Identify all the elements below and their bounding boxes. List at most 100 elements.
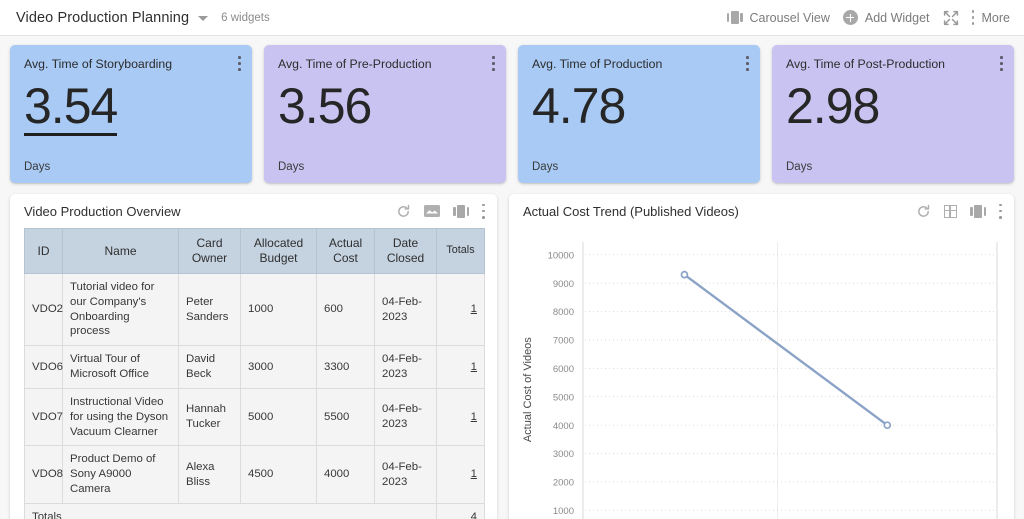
kpi-card-post-production[interactable]: Avg. Time of Post-Production 2.98 Days xyxy=(772,45,1014,183)
column-header-actual-cost[interactable]: Actual Cost xyxy=(316,228,375,274)
table-row[interactable]: VDO7 Instructional Video for using the D… xyxy=(24,387,485,447)
carousel-view-button[interactable]: Carousel View xyxy=(724,7,833,29)
svg-text:5000: 5000 xyxy=(553,392,574,403)
column-header-id[interactable]: ID xyxy=(24,228,63,274)
cell-actual: 3300 xyxy=(316,345,375,389)
svg-text:1000: 1000 xyxy=(553,506,574,517)
more-label: More xyxy=(981,10,1010,25)
table-row[interactable]: VDO8 Product Demo of Sony A9000 Camera A… xyxy=(24,445,485,504)
kpi-value: 3.54 xyxy=(24,77,118,136)
column-header-name[interactable]: Name xyxy=(62,228,179,274)
more-vertical-icon xyxy=(238,56,241,71)
cell-totals: 1 xyxy=(436,272,485,347)
refresh-button[interactable] xyxy=(396,204,411,219)
kpi-value: 2.98 xyxy=(786,77,880,134)
totals-link[interactable]: 4 xyxy=(471,511,477,519)
carousel-view-label: Carousel View xyxy=(749,10,830,25)
cell-date: 04-Feb-2023 xyxy=(374,445,437,504)
plus-circle-icon xyxy=(842,10,858,25)
refresh-icon xyxy=(918,204,930,217)
kpi-value: 4.78 xyxy=(532,77,626,134)
cell-id: VDO6 xyxy=(24,345,63,389)
cell-budget: 1000 xyxy=(240,272,317,347)
chart-view-button[interactable] xyxy=(424,205,441,217)
top-bar-actions: Carousel View Add Widget More xyxy=(724,6,1010,30)
more-button[interactable]: More xyxy=(969,6,1010,29)
cell-date: 04-Feb-2023 xyxy=(374,272,437,347)
video-production-table: ID Name Card Owner Allocated Budget Actu… xyxy=(24,228,485,519)
widget-title: Video Production Overview xyxy=(24,203,181,219)
kpi-unit: Days xyxy=(786,161,813,173)
kpi-card-menu-button[interactable] xyxy=(492,56,495,71)
widget-video-production-overview: Video Production Overview ID Name Card O… xyxy=(10,194,498,519)
cell-totals: 1 xyxy=(436,345,485,389)
kpi-card-production[interactable]: Avg. Time of Production 4.78 Days xyxy=(518,45,760,183)
totals-row-label: Totals xyxy=(24,502,437,519)
kpi-title: Avg. Time of Production xyxy=(532,57,663,71)
refresh-button[interactable] xyxy=(916,204,931,219)
cell-budget: 3000 xyxy=(240,345,317,389)
table-view-button[interactable] xyxy=(944,204,957,218)
carousel-icon xyxy=(453,204,470,218)
svg-text:2000: 2000 xyxy=(553,478,574,489)
table-row[interactable]: VDO2 Tutorial video for our Company's On… xyxy=(24,272,485,347)
cell-actual: 5500 xyxy=(316,387,375,447)
kpi-card-menu-button[interactable] xyxy=(238,56,241,71)
chart-plot-area[interactable]: 10000 9000 8000 7000 6000 5000 4000 3000 2000 100… xyxy=(509,228,1014,519)
totals-link[interactable]: 1 xyxy=(471,303,477,315)
column-header-date-closed[interactable]: Date Closed xyxy=(374,228,437,274)
carousel-button[interactable] xyxy=(453,204,470,218)
carousel-icon xyxy=(970,204,986,218)
more-vertical-icon xyxy=(1000,56,1003,71)
svg-text:Actual Cost of Videos: Actual Cost of Videos xyxy=(522,337,534,442)
kpi-card-pre-production[interactable]: Avg. Time of Pre-Production 3.56 Days xyxy=(264,45,506,183)
more-vertical-icon xyxy=(492,56,495,71)
cell-name: Instructional Video for using the Dyson … xyxy=(62,387,179,447)
expand-icon xyxy=(943,10,958,25)
totals-link[interactable]: 1 xyxy=(471,361,477,373)
svg-text:6000: 6000 xyxy=(553,364,574,375)
carousel-icon xyxy=(726,11,743,24)
kpi-unit: Days xyxy=(532,161,559,173)
widget-more-button[interactable] xyxy=(482,203,485,219)
widget-actual-cost-trend: Actual Cost Trend (Published Videos) 100… xyxy=(509,194,1014,519)
svg-text:8000: 8000 xyxy=(553,307,574,318)
add-widget-label: Add Widget xyxy=(864,10,930,25)
cell-owner: Alexa Bliss xyxy=(178,445,241,504)
chevron-down-icon[interactable] xyxy=(198,16,209,21)
totals-link[interactable]: 1 xyxy=(471,468,477,480)
cell-id: VDO2 xyxy=(24,272,63,347)
more-vertical-icon xyxy=(482,203,485,219)
kpi-title: Avg. Time of Pre-Production xyxy=(278,57,432,71)
kpi-unit: Days xyxy=(24,161,51,173)
expand-fullscreen-button[interactable] xyxy=(940,6,962,30)
cell-totals: 1 xyxy=(436,445,485,504)
cell-owner: Peter Sanders xyxy=(178,272,241,347)
cell-budget: 5000 xyxy=(240,387,317,447)
kpi-card-storyboarding[interactable]: Avg. Time of Storyboarding 3.54 Days xyxy=(10,45,252,183)
cell-date: 04-Feb-2023 xyxy=(374,345,437,389)
table-scroll-area[interactable]: ID Name Card Owner Allocated Budget Actu… xyxy=(10,228,497,519)
widget-more-button[interactable] xyxy=(999,203,1002,219)
kpi-card-menu-button[interactable] xyxy=(746,56,749,71)
table-row[interactable]: VDO6 Virtual Tour of Microsoft Office Da… xyxy=(24,345,485,389)
kpi-title: Avg. Time of Storyboarding xyxy=(24,57,173,71)
column-header-totals[interactable]: Totals xyxy=(436,228,485,274)
cell-budget: 4500 xyxy=(240,445,317,504)
column-header-card-owner[interactable]: Card Owner xyxy=(178,228,241,274)
svg-text:7000: 7000 xyxy=(553,336,574,347)
refresh-icon xyxy=(398,204,410,217)
totals-link[interactable]: 1 xyxy=(471,411,477,423)
kpi-card-menu-button[interactable] xyxy=(1000,56,1003,71)
cell-name: Virtual Tour of Microsoft Office xyxy=(62,345,179,389)
more-vertical-icon xyxy=(971,10,975,25)
svg-text:9000: 9000 xyxy=(553,279,574,290)
column-header-allocated-budget[interactable]: Allocated Budget xyxy=(240,228,317,274)
cell-actual: 600 xyxy=(316,272,375,347)
widget-title: Actual Cost Trend (Published Videos) xyxy=(523,203,739,219)
add-widget-button[interactable]: Add Widget xyxy=(840,6,933,29)
top-bar: Video Production Planning 6 widgets Caro… xyxy=(0,0,1024,36)
carousel-button[interactable] xyxy=(970,204,986,218)
table-header-row: ID Name Card Owner Allocated Budget Actu… xyxy=(24,228,485,274)
cell-totals: 1 xyxy=(436,387,485,447)
